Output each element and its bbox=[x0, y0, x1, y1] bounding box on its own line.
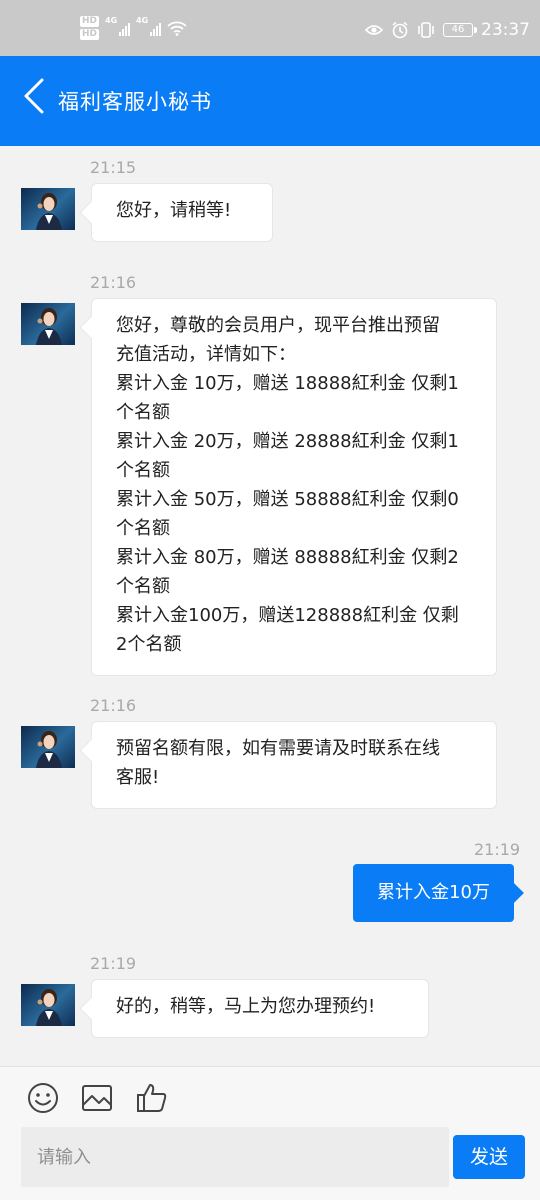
battery-icon: 46 bbox=[443, 23, 477, 37]
outgoing-message-bubble: 累计入金10万 bbox=[353, 864, 514, 922]
incoming-message-bubble: 好的，稍等，马上为您办理预约! bbox=[91, 979, 429, 1038]
message-timestamp: 21:16 bbox=[90, 273, 137, 292]
message-timestamp: 21:19 bbox=[474, 840, 521, 859]
message-timestamp: 21:15 bbox=[90, 158, 137, 177]
message-input[interactable] bbox=[21, 1127, 449, 1187]
agent-portrait-icon bbox=[36, 989, 62, 1026]
agent-portrait-icon bbox=[36, 193, 62, 230]
incoming-message-bubble: 您好，请稍等! bbox=[91, 183, 273, 242]
status-bar-signals: HD HD 4G 4G bbox=[80, 16, 187, 40]
chat-header: 福利客服小秘书 bbox=[0, 56, 540, 146]
message-text: 您好，尊敬的会员用户，现平台推出预留 bbox=[116, 315, 440, 336]
smile-icon[interactable] bbox=[26, 1081, 60, 1115]
message-text: 个名额 bbox=[116, 518, 170, 539]
message-text: 累计入金 10万，赠送 18888紅利金 仅剩1 bbox=[116, 373, 459, 394]
incoming-message-bubble: 预留名额有限，如有需要请及时联系在线 客服! bbox=[91, 721, 497, 809]
agent-portrait-icon bbox=[36, 308, 62, 345]
status-bar-right: 46 23:37 bbox=[365, 20, 530, 40]
message-text: 预留名额有限，如有需要请及时联系在线 bbox=[116, 738, 440, 759]
incoming-message-bubble: 您好，尊敬的会员用户，现平台推出预留 充值活动，详情如下： 累计入金 10万，赠… bbox=[91, 298, 497, 676]
message-text: 个名额 bbox=[116, 402, 170, 423]
back-arrow-icon[interactable] bbox=[22, 78, 46, 114]
message-text: 累计入金100万，赠送128888紅利金 仅剩 bbox=[116, 605, 459, 626]
eye-icon bbox=[365, 25, 383, 35]
clock: 23:37 bbox=[481, 20, 530, 40]
agent-avatar[interactable] bbox=[21, 984, 75, 1026]
message-text: 个名额 bbox=[116, 460, 170, 481]
cellular-signal-icon: 4G bbox=[105, 16, 131, 36]
agent-avatar[interactable] bbox=[21, 188, 75, 230]
message-timestamp: 21:19 bbox=[90, 954, 137, 973]
message-timestamp: 21:16 bbox=[90, 696, 137, 715]
message-text: 累计入金 80万，赠送 88888紅利金 仅剩2 bbox=[116, 547, 459, 568]
image-icon[interactable] bbox=[80, 1081, 114, 1115]
message-text: 客服! bbox=[116, 767, 160, 788]
message-text: 累计入金 50万，赠送 58888紅利金 仅剩0 bbox=[116, 489, 459, 510]
message-text: 您好，请稍等! bbox=[116, 200, 232, 221]
message-text: 充值活动，详情如下： bbox=[116, 344, 296, 365]
message-text: 2个名额 bbox=[116, 634, 182, 655]
message-text: 个名额 bbox=[116, 576, 170, 597]
hd-badge: HD bbox=[80, 29, 100, 40]
wifi-icon bbox=[167, 21, 187, 36]
alarm-icon bbox=[392, 21, 408, 39]
cellular-signal-icon: 4G bbox=[136, 16, 162, 36]
agent-avatar[interactable] bbox=[21, 303, 75, 345]
vibrate-icon bbox=[418, 22, 434, 38]
message-text: 累计入金 20万，赠送 28888紅利金 仅剩1 bbox=[116, 431, 459, 452]
status-bar: HD HD 4G 4G 46 23:37 bbox=[0, 0, 540, 56]
hd-badge: HD bbox=[80, 16, 100, 27]
agent-avatar[interactable] bbox=[21, 726, 75, 768]
thumbs-up-icon[interactable] bbox=[135, 1081, 169, 1115]
agent-portrait-icon bbox=[36, 731, 62, 768]
chat-title: 福利客服小秘书 bbox=[58, 90, 212, 114]
message-text: 好的，稍等，马上为您办理预约! bbox=[116, 996, 376, 1017]
input-bar: 发送 bbox=[0, 1066, 540, 1200]
send-button[interactable]: 发送 bbox=[453, 1135, 525, 1179]
